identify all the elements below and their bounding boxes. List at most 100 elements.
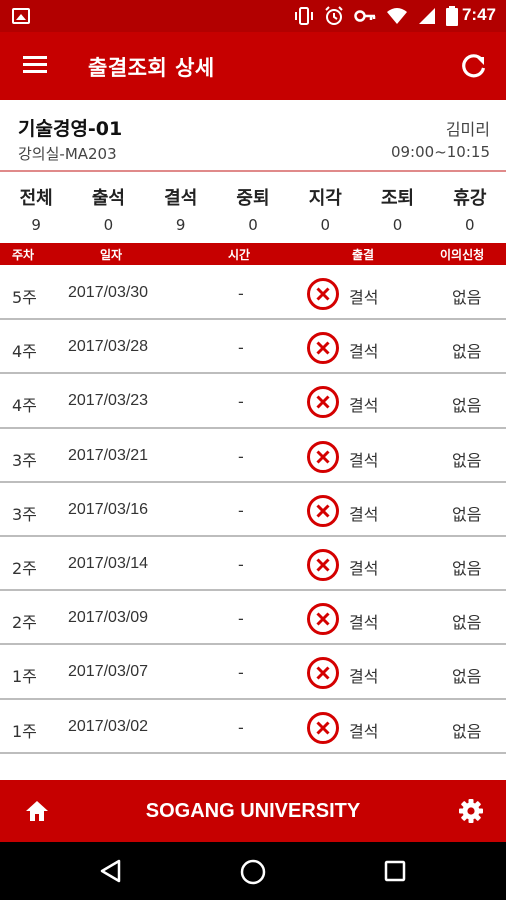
cell-appeal[interactable]: 없음	[452, 663, 481, 687]
footer-bar: SOGANG UNIVERSITY	[0, 780, 506, 842]
absent-x-icon	[306, 277, 340, 311]
cell-week: 4주	[12, 396, 37, 416]
table-row[interactable]: 2주 2017/03/09 - 결석 없음	[0, 591, 506, 646]
summary-cancelled: 휴강 0	[434, 180, 506, 240]
cell-date: 2017/03/09	[68, 609, 149, 627]
summary-label: 지각	[308, 188, 342, 209]
summary-dropout: 중퇴 0	[217, 180, 289, 240]
image-icon	[12, 8, 30, 24]
menu-button[interactable]	[20, 50, 52, 82]
refresh-icon	[462, 54, 486, 78]
column-header-time: 시간	[228, 248, 251, 262]
table-row[interactable]: 1주 2017/03/02 - 결석 없음	[0, 700, 506, 754]
absent-x-icon	[306, 711, 340, 745]
system-nav-bar	[0, 842, 506, 900]
status-icons	[294, 6, 458, 26]
menu-icon-line	[23, 70, 47, 73]
vibrate-icon	[295, 7, 313, 25]
cell-week: 1주	[12, 721, 37, 741]
table-row[interactable]: 3주 2017/03/21 - 결석 없음	[0, 429, 506, 483]
absent-x-icon	[306, 656, 340, 690]
cell-date: 2017/03/14	[68, 554, 149, 572]
cell-appeal[interactable]: 없음	[452, 447, 481, 471]
menu-icon-line	[23, 63, 47, 66]
summary-total: 전체 9	[0, 180, 72, 240]
column-header-date: 일자	[100, 248, 123, 262]
attendance-list: 5주 2017/03/30 - 결석 없음 4주 2017/03/28 - 결석…	[0, 266, 506, 754]
cell-date: 2017/03/02	[68, 717, 149, 735]
cell-time: -	[238, 500, 244, 520]
summary-value: 0	[248, 216, 258, 234]
cell-status: 결석	[349, 504, 379, 524]
cell-appeal[interactable]: 없음	[452, 392, 481, 416]
table-row[interactable]: 4주 2017/03/28 - 결석 없음	[0, 320, 506, 375]
classroom: 강의실-MA203	[18, 145, 117, 163]
wifi-icon	[387, 8, 407, 24]
cell-appeal[interactable]: 없음	[452, 284, 481, 308]
cell-appeal[interactable]: 없음	[452, 609, 481, 633]
cell-appeal[interactable]: 없음	[452, 718, 481, 742]
signal-icon	[419, 8, 435, 24]
cell-status: 결석	[349, 342, 379, 362]
course-name: 기술경영-01	[18, 118, 123, 140]
cell-time: -	[238, 609, 244, 629]
battery-icon	[446, 6, 458, 26]
cell-status: 결석	[349, 558, 379, 578]
column-header-appeal: 이의신청	[440, 248, 485, 262]
attendance-summary: 전체 9 출석 0 결석 9 중퇴 0 지각 0 조퇴 0 휴강 0	[0, 180, 506, 240]
absent-x-icon	[306, 548, 340, 582]
status-time: 7:47	[461, 5, 496, 24]
key-icon	[354, 10, 376, 22]
cell-status: 결석	[349, 721, 379, 741]
table-row[interactable]: 2주 2017/03/14 - 결석 없음	[0, 537, 506, 592]
menu-icon	[23, 56, 47, 59]
cell-date: 2017/03/07	[68, 663, 149, 681]
summary-label: 조퇴	[380, 188, 415, 209]
summary-value: 0	[465, 216, 475, 234]
page-title: 출결조회 상세	[88, 56, 215, 80]
table-row[interactable]: 3주 2017/03/16 - 결석 없음	[0, 483, 506, 537]
cell-week: 2주	[12, 558, 37, 578]
cell-appeal[interactable]: 없음	[452, 338, 481, 362]
table-row[interactable]: 5주 2017/03/30 - 결석 없음	[0, 266, 506, 321]
cell-week: 4주	[12, 342, 37, 362]
table-header: 주차 일자 시간 출결 이의신청	[0, 243, 506, 265]
absent-x-icon	[306, 385, 340, 419]
cell-week: 2주	[12, 613, 37, 633]
cell-date: 2017/03/21	[68, 446, 149, 464]
summary-label: 중퇴	[236, 188, 270, 209]
cell-week: 5주	[12, 288, 37, 307]
cell-appeal[interactable]: 없음	[452, 555, 481, 579]
professor-name: 김미리	[445, 120, 490, 139]
table-row[interactable]: 1주 2017/03/07 - 결석 없음	[0, 645, 506, 700]
summary-label: 휴강	[453, 188, 487, 209]
absent-x-icon	[306, 331, 340, 365]
cell-time: -	[238, 446, 244, 466]
summary-label: 출석	[91, 188, 125, 209]
recent-apps-icon[interactable]	[382, 858, 408, 884]
absent-x-icon	[306, 440, 340, 474]
cell-week: 3주	[12, 450, 37, 470]
summary-early-leave: 조퇴 0	[361, 180, 433, 240]
cell-date: 2017/03/16	[68, 500, 149, 518]
home-nav-icon[interactable]	[238, 857, 268, 887]
back-icon[interactable]	[98, 858, 124, 884]
summary-value: 0	[103, 216, 114, 234]
refresh-button[interactable]	[456, 48, 492, 84]
summary-label: 결석	[164, 188, 198, 209]
summary-present: 출석 0	[72, 180, 144, 240]
alarm-icon	[325, 6, 343, 25]
cell-status: 결석	[349, 396, 379, 416]
summary-late: 지각 0	[289, 180, 361, 240]
cell-appeal[interactable]: 없음	[452, 501, 481, 525]
settings-button[interactable]	[456, 796, 486, 826]
table-row[interactable]: 4주 2017/03/23 - 결석 없음	[0, 374, 506, 429]
cell-status: 결석	[349, 288, 379, 307]
status-bar: 7:47	[0, 0, 506, 32]
cell-time: -	[238, 392, 244, 412]
cell-status: 결석	[349, 450, 379, 470]
cell-status: 결석	[349, 667, 379, 687]
cell-time: -	[238, 554, 244, 574]
summary-value: 9	[31, 216, 41, 234]
column-header-week: 주차	[12, 248, 35, 262]
